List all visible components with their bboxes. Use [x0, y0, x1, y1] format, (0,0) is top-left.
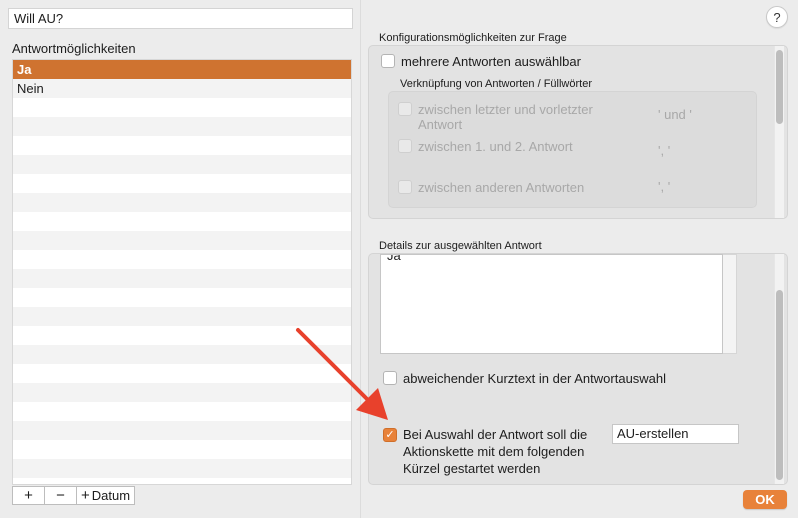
- checkmark-icon: ✓: [385, 428, 395, 441]
- minus-icon: −: [56, 487, 65, 504]
- action-chain-input[interactable]: AU-erstellen: [612, 424, 739, 444]
- action-chain-label-2: Aktionskette mit dem folgenden: [403, 443, 585, 459]
- link-option-last[interactable]: zwischen letzter und vorletzter Antwort: [398, 102, 593, 132]
- empty-row: [13, 478, 351, 484]
- empty-row: [13, 155, 351, 174]
- question-mark-icon: ?: [773, 9, 781, 25]
- action-chain-checkbox[interactable]: ✓: [383, 428, 397, 442]
- list-item[interactable]: Ja: [13, 60, 351, 79]
- multi-answer-label: mehrere Antworten auswählbar: [401, 54, 581, 69]
- link-option-other[interactable]: zwischen anderen Antworten: [398, 180, 584, 195]
- link-last-label: zwischen letzter und vorletzter: [418, 102, 593, 117]
- question-input[interactable]: Will AU?: [8, 8, 353, 29]
- link-first-checkbox[interactable]: [398, 139, 412, 153]
- list-item[interactable]: Nein: [13, 79, 351, 98]
- add-date-button[interactable]: + Datum: [76, 486, 136, 505]
- action-chain-label-1: Bei Auswahl der Antwort soll die: [403, 427, 588, 442]
- link-last-checkbox[interactable]: [398, 102, 412, 116]
- help-button[interactable]: ?: [766, 6, 788, 28]
- shorttext-option[interactable]: abweichender Kurztext in der Antwortausw…: [383, 371, 666, 386]
- config-scrollbar[interactable]: [774, 46, 784, 218]
- plus-icon: +: [24, 487, 33, 504]
- plus-icon: +: [81, 487, 90, 504]
- empty-row: [13, 250, 351, 269]
- empty-row: [13, 193, 351, 212]
- panel-divider: [360, 0, 361, 518]
- remove-answer-button[interactable]: −: [44, 486, 77, 505]
- empty-row: [13, 117, 351, 136]
- answer-text-area[interactable]: Ja: [380, 254, 723, 354]
- empty-row: [13, 288, 351, 307]
- link-first-value: ', ': [658, 143, 671, 158]
- link-title: Verknüpfung von Antworten / Füllwörter: [400, 78, 592, 90]
- config-scroll-thumb[interactable]: [776, 50, 783, 124]
- empty-row: [13, 174, 351, 193]
- details-scroll-thumb[interactable]: [776, 290, 783, 480]
- empty-row: [13, 98, 351, 117]
- ok-button[interactable]: OK: [743, 490, 787, 509]
- empty-row: [13, 459, 351, 478]
- list-toolbar: + − + Datum: [12, 486, 136, 505]
- link-other-checkbox[interactable]: [398, 180, 412, 194]
- add-date-label: Datum: [91, 488, 131, 503]
- add-answer-button[interactable]: +: [12, 486, 45, 505]
- link-first-label: zwischen 1. und 2. Antwort: [418, 139, 573, 154]
- answers-label: Antwortmöglichkeiten: [12, 41, 136, 56]
- annotation-arrow: [296, 328, 388, 420]
- link-last-value: ' und ': [658, 107, 692, 122]
- answer-text-scrollbar[interactable]: [723, 254, 737, 354]
- details-scrollbar[interactable]: [774, 254, 784, 484]
- action-chain-label-3: Kürzel gestartet werden: [403, 460, 541, 476]
- empty-row: [13, 440, 351, 459]
- answer-text: Ja: [387, 254, 401, 263]
- details-title: Details zur ausgewählten Antwort: [379, 240, 542, 252]
- config-title: Konfigurationsmöglichkeiten zur Frage: [379, 32, 567, 44]
- empty-row: [13, 212, 351, 231]
- multi-answer-option[interactable]: mehrere Antworten auswählbar: [381, 54, 581, 69]
- shorttext-label: abweichender Kurztext in der Antwortausw…: [403, 371, 667, 386]
- multi-answer-checkbox[interactable]: [381, 54, 395, 68]
- empty-row: [13, 269, 351, 288]
- link-other-value: ', ': [658, 179, 671, 194]
- empty-row: [13, 136, 351, 155]
- empty-row: [13, 231, 351, 250]
- link-other-label: zwischen anderen Antworten: [418, 180, 585, 195]
- link-option-first[interactable]: zwischen 1. und 2. Antwort: [398, 139, 573, 154]
- link-last-label-2: Antwort: [418, 117, 463, 132]
- action-chain-option[interactable]: ✓ Bei Auswahl der Antwort soll die Aktio…: [383, 427, 587, 478]
